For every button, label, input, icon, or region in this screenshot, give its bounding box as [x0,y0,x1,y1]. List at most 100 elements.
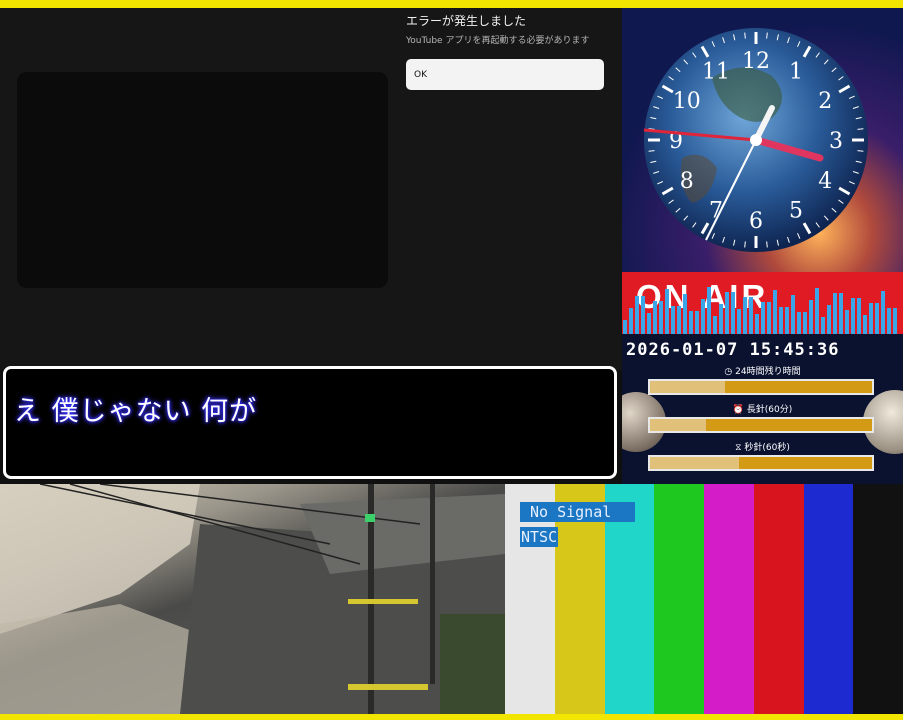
meter-bar [815,288,819,334]
color-bar-8 [853,484,903,714]
clock-numeral: 5 [789,198,803,223]
meter-bar [869,303,873,334]
ntsc-label: NTSC [520,527,559,547]
meter-bar [737,309,741,334]
color-bar-4 [654,484,704,714]
minute-hand-fill [650,419,706,431]
meter-bar [683,294,687,334]
second-hand-label-row: ⧖ 秒針(60秒) [622,440,903,453]
meter-bar [689,311,693,334]
clock-tick [766,32,768,39]
meter-bar [749,297,753,334]
meter-bar [887,308,891,334]
analog-clock: 12 1234567891011 [643,28,868,252]
clock-tick [744,241,746,248]
meter-bar [659,301,663,334]
meter-bar [881,291,885,334]
meter-bar [809,300,813,334]
meter-bar [839,293,843,334]
clock-numeral: 2 [818,89,832,114]
meter-bar [779,307,783,334]
minute-hand-label-row: ⏰ 長針(60分) [622,402,903,415]
meter-bar [797,312,801,334]
clock-numeral: 4 [818,169,832,194]
meter-bar [827,305,831,334]
camera-scene [0,484,505,714]
clock-numeral: 3 [829,129,843,154]
remaining-24h-label-row: ◷ 24時間残り時間 [622,364,903,377]
meter-bar [743,297,747,334]
clock-center [750,134,762,146]
clock-tick [857,150,864,152]
meter-bar [623,320,627,334]
meter-bar [851,298,855,334]
meter-bar [629,308,633,334]
color-bar-6 [753,484,804,714]
remaining-24h-label: 24時間残り時間 [735,367,801,377]
alarm-icon: ⏰ [732,405,744,415]
clock-numeral: 1 [789,60,803,85]
remaining-24h-bar [648,379,874,395]
meter-bar [665,289,669,334]
time-status-panel: 2026-01-07 15:45:36 ◷ 24時間残り時間 ⏰ 長針(60分)… [622,334,903,484]
color-bar-7 [803,484,854,714]
clock-tick [857,128,864,130]
clock-tick [648,150,655,152]
video-player-placeholder [17,72,388,288]
meter-bar [761,302,765,334]
meter-bar [725,292,729,334]
no-signal-label: No Signal [520,502,635,522]
meter-bar [641,296,645,334]
meter-bar [833,293,837,334]
traffic-camera-feed [0,484,505,714]
clock-icon: ◷ [724,367,733,377]
meter-bar [875,303,879,334]
meter-bar [755,314,759,334]
meter-bar [707,287,711,334]
datetime-display: 2026-01-07 15:45:36 [626,340,840,360]
meter-bar [893,308,897,334]
youtube-error-panel: エラーが発生しました YouTube アプリを再起動する必要があります OK [0,8,622,370]
meter-bar [731,292,735,334]
clock-numeral: 8 [680,169,694,194]
meter-bar [773,290,777,334]
error-title: エラーが発生しました [406,14,527,28]
meter-bar [695,311,699,334]
meter-bar [671,306,675,334]
clock-tick [766,241,768,248]
error-message: YouTube アプリを再起動する必要があります [406,36,590,46]
meter-bar [863,315,867,334]
meter-bar [821,317,825,334]
hourglass-icon: ⧖ [735,443,742,453]
meter-bar [767,302,771,334]
clock-numeral: 6 [749,209,763,234]
color-bar-5 [704,484,754,714]
second-hand-bar [648,455,874,471]
meter-bar [803,312,807,334]
meter-bar [635,296,639,334]
meter-bar [845,310,849,334]
meter-bar [701,299,705,334]
meter-bar [653,301,657,334]
clock-tick [744,32,746,39]
remaining-24h-fill [650,381,726,393]
meter-bar [857,298,861,334]
multiview-frame: エラーが発生しました YouTube アプリを再起動する必要があります OK え… [0,8,903,714]
meter-bar [647,313,651,334]
ok-button[interactable]: OK [406,59,604,90]
minute-hand-bar [648,417,874,433]
second-hand-label: 秒針(60秒) [744,443,790,453]
meter-bar [791,295,795,334]
clock-numeral: 10 [673,89,701,114]
clock-numeral: 12 [742,49,770,74]
meter-bar [713,316,717,334]
meter-bar [719,304,723,334]
subtitle-text: え 僕じゃない 何が [14,396,258,427]
minute-hand-label: 長針(60分) [746,405,793,415]
clock-numeral: 11 [702,60,730,85]
meter-bar [677,306,681,334]
second-hand-fill [650,457,739,469]
audio-level-meter [623,287,897,334]
meter-bar [785,307,789,334]
on-air-panel: ON AIR [622,272,903,334]
